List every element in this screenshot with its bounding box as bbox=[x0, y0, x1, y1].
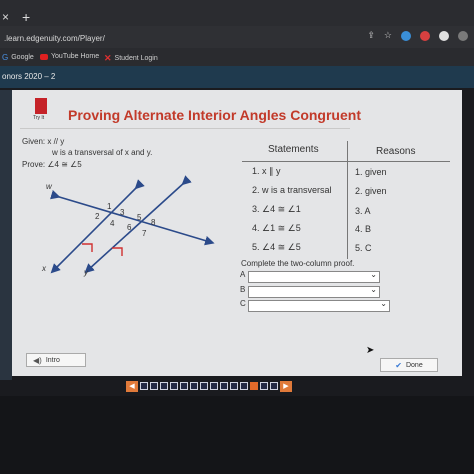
page-navigator: ◀ ▶ bbox=[126, 380, 346, 392]
extension-icon[interactable] bbox=[420, 30, 430, 41]
statement-4: 4. ∠1 ≅ ∠5 bbox=[252, 223, 301, 233]
url-text[interactable]: .learn.edgenuity.com/Player/ bbox=[4, 34, 105, 43]
chevron-down-icon: ⌄ bbox=[370, 285, 377, 294]
label-y: y bbox=[84, 268, 88, 277]
parallel-mark bbox=[112, 247, 123, 256]
reason-2: 2. given bbox=[355, 186, 387, 196]
extension-icon[interactable] bbox=[458, 30, 468, 41]
desktop-background bbox=[0, 396, 474, 474]
dropdown-c-label: C bbox=[240, 299, 246, 308]
course-header bbox=[0, 66, 474, 88]
page-indicator[interactable] bbox=[260, 382, 268, 390]
page-indicator[interactable] bbox=[170, 382, 178, 390]
page-title: Proving Alternate Interior Angles Congru… bbox=[68, 107, 361, 123]
x-logo-icon: ✕ bbox=[104, 53, 112, 63]
chevron-down-icon: ⌄ bbox=[370, 270, 377, 279]
page-indicators bbox=[140, 382, 278, 390]
try-it-logo bbox=[35, 98, 47, 114]
given-line-2: w is a transversal of x and y. bbox=[52, 148, 153, 157]
page-indicator[interactable] bbox=[270, 382, 278, 390]
page-indicator[interactable] bbox=[210, 382, 218, 390]
share-icon[interactable]: ⇪ bbox=[367, 30, 375, 41]
reason-1: 1. given bbox=[355, 167, 387, 177]
logo-caption: Try It bbox=[33, 115, 45, 121]
page-indicator[interactable] bbox=[220, 382, 228, 390]
dropdown-b[interactable]: ⌄ bbox=[248, 285, 380, 298]
check-icon: ✔ bbox=[395, 360, 402, 370]
reason-4: 4. B bbox=[355, 224, 372, 234]
label-w: w bbox=[46, 182, 52, 191]
dropdown-a[interactable]: ⌄ bbox=[248, 270, 380, 283]
star-icon[interactable]: ☆ bbox=[384, 30, 392, 41]
bookmark-google[interactable]: G Google bbox=[2, 53, 34, 62]
new-tab-icon[interactable]: + bbox=[22, 9, 30, 25]
done-button[interactable]: ✔ Done bbox=[380, 358, 438, 372]
statement-5: 5. ∠4 ≅ ∠5 bbox=[252, 242, 301, 252]
page-indicator[interactable] bbox=[230, 382, 238, 390]
prev-page-button[interactable]: ◀ bbox=[126, 380, 138, 392]
parallel-mark bbox=[82, 243, 93, 252]
angle-label-8: 8 bbox=[151, 218, 156, 227]
angle-label-3: 3 bbox=[120, 208, 125, 217]
reason-3: 3. A bbox=[355, 206, 371, 216]
proof-instruction: Complete the two-column proof. bbox=[241, 259, 355, 268]
page-indicator[interactable] bbox=[250, 382, 258, 390]
extension-icon[interactable] bbox=[439, 30, 449, 41]
reason-5: 5. C bbox=[355, 243, 372, 253]
angle-label-5: 5 bbox=[137, 213, 142, 222]
prove-statement: Prove: ∠4 ≅ ∠5 bbox=[22, 160, 82, 169]
angle-label-4: 4 bbox=[110, 219, 115, 228]
label-x: x bbox=[42, 264, 46, 273]
statements-header: Statements bbox=[268, 144, 319, 155]
mouse-cursor-icon: ➤ bbox=[366, 345, 375, 356]
angle-label-7: 7 bbox=[142, 229, 147, 238]
page-indicator[interactable] bbox=[160, 382, 168, 390]
angle-label-6: 6 bbox=[127, 223, 132, 232]
side-panel bbox=[0, 90, 12, 380]
browser-extension-icons: ⇪ ☆ bbox=[367, 30, 468, 41]
page-indicator[interactable] bbox=[200, 382, 208, 390]
next-page-button[interactable]: ▶ bbox=[280, 380, 292, 392]
browser-tab-bar bbox=[0, 0, 474, 26]
tab-close-icon[interactable]: × bbox=[2, 10, 9, 24]
course-title: onors 2020 – 2 bbox=[2, 72, 56, 81]
dropdown-a-label: A bbox=[240, 270, 246, 279]
youtube-icon bbox=[40, 53, 48, 60]
bookmark-youtube[interactable]: YouTube Home bbox=[40, 53, 99, 60]
dropdown-c-value bbox=[249, 309, 251, 316]
extension-icon[interactable] bbox=[401, 30, 411, 41]
dropdown-c[interactable]: ⌄ bbox=[248, 299, 390, 312]
given-line-1: Given: x // y bbox=[22, 137, 65, 146]
line-w bbox=[50, 190, 215, 246]
speaker-icon: ◀) bbox=[33, 355, 42, 365]
statement-2: 2. w is a transversal bbox=[252, 185, 332, 195]
angle-label-2: 2 bbox=[95, 212, 100, 221]
line-y bbox=[84, 175, 192, 274]
page-indicator[interactable] bbox=[240, 382, 248, 390]
google-icon: G bbox=[2, 53, 9, 62]
reasons-header: Reasons bbox=[376, 146, 416, 157]
intro-button[interactable]: ◀) Intro bbox=[26, 353, 86, 367]
bookmark-student-login[interactable]: ✕ Student Login bbox=[104, 53, 158, 64]
column-divider bbox=[347, 141, 348, 259]
dropdown-b-label: B bbox=[240, 285, 246, 294]
angle-label-1: 1 bbox=[107, 202, 112, 211]
page-indicator[interactable] bbox=[150, 382, 158, 390]
statement-3: 3. ∠4 ≅ ∠1 bbox=[252, 204, 301, 214]
page-indicator[interactable] bbox=[180, 382, 188, 390]
page-indicator[interactable] bbox=[190, 382, 198, 390]
chevron-down-icon: ⌄ bbox=[380, 299, 387, 308]
page-indicator[interactable] bbox=[140, 382, 148, 390]
title-divider bbox=[20, 128, 350, 129]
statement-1: 1. x ∥ y bbox=[252, 166, 281, 176]
